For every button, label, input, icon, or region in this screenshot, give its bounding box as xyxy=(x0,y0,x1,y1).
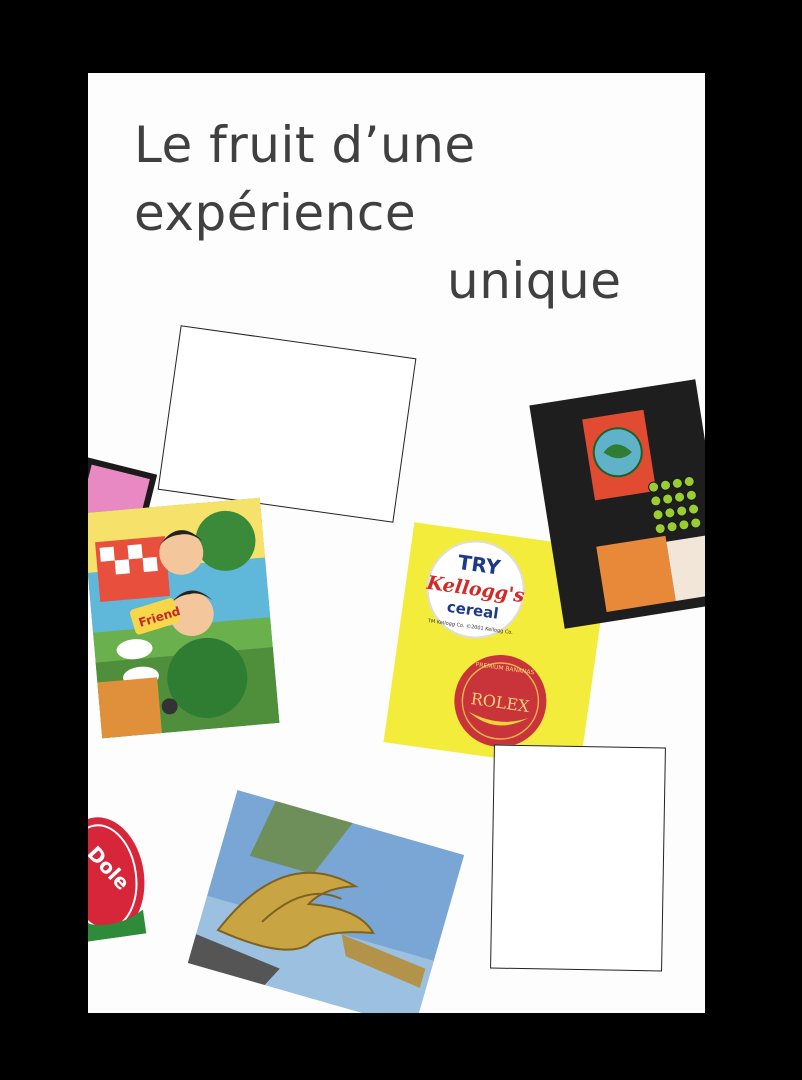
dole-sticker: Dole xyxy=(88,809,154,944)
dole-illustration: Dole xyxy=(88,817,147,944)
big-boy-sticker: Friend xyxy=(88,497,280,739)
title-line-3: unique xyxy=(447,252,622,310)
title-line-1: Le fruit d’une xyxy=(134,116,476,174)
poster-title: Le fruit d’une expérience unique xyxy=(134,111,621,315)
golden-hand-sticker xyxy=(187,789,465,1013)
empty-frame-top xyxy=(157,325,417,523)
poster: Le fruit d’une expérience unique Friend xyxy=(88,73,705,1013)
big-boy-illustration: Friend xyxy=(88,497,280,739)
golden-hand-illustration xyxy=(187,789,465,1013)
empty-frame-bottom xyxy=(490,744,666,972)
title-line-2: expérience xyxy=(134,184,417,242)
